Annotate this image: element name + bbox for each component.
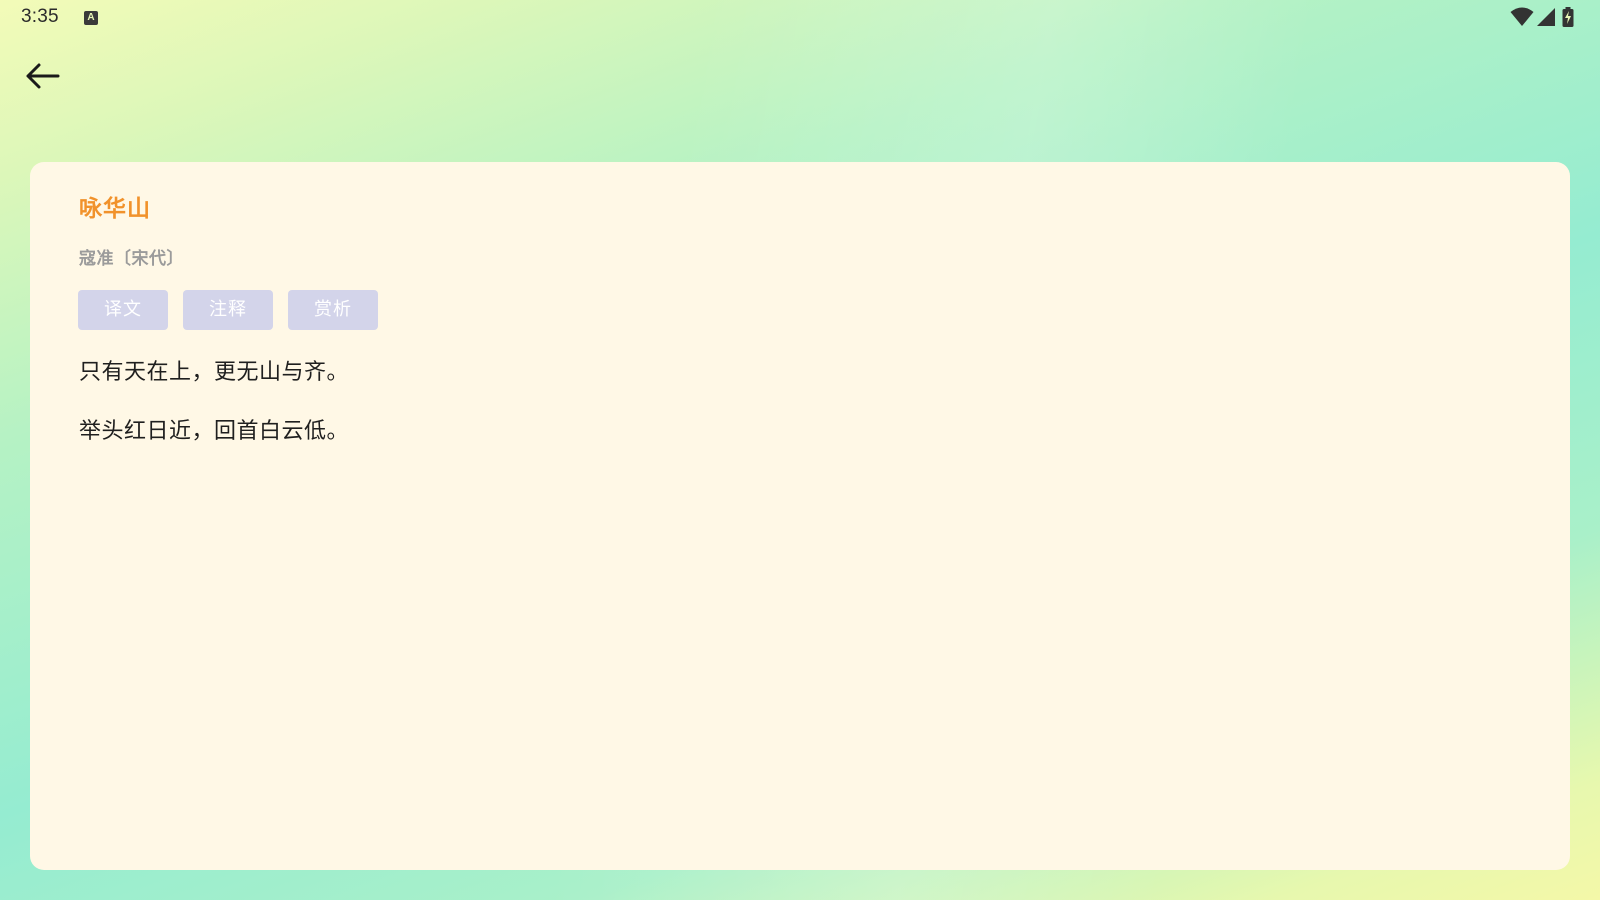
keyboard-indicator-icon: A <box>84 11 98 25</box>
poem-author: 寇准〔宋代〕 <box>79 249 184 269</box>
cellular-signal-icon <box>1537 8 1555 26</box>
status-time: 3:35 <box>21 6 59 27</box>
arrow-left-icon <box>26 63 60 89</box>
back-button[interactable] <box>22 56 66 96</box>
tab-appreciation[interactable]: 赏析 <box>288 290 378 330</box>
battery-charging-icon <box>1562 7 1574 27</box>
tab-annotation[interactable]: 注释 <box>183 290 273 330</box>
poem-title: 咏华山 <box>79 196 151 222</box>
poem-card: 咏华山 寇准〔宋代〕 译文 注释 赏析 只有天在上，更无山与齐。 举头红日近，回… <box>30 162 1570 870</box>
tab-translation[interactable]: 译文 <box>78 290 168 330</box>
poem-line: 只有天在上，更无山与齐。 <box>79 360 350 385</box>
poem-line: 举头红日近，回首白云低。 <box>79 419 350 444</box>
keyboard-indicator-label: A <box>87 12 95 23</box>
status-icons <box>1510 7 1580 29</box>
wifi-icon <box>1510 7 1534 26</box>
status-bar: 3:35 A <box>0 0 1600 36</box>
